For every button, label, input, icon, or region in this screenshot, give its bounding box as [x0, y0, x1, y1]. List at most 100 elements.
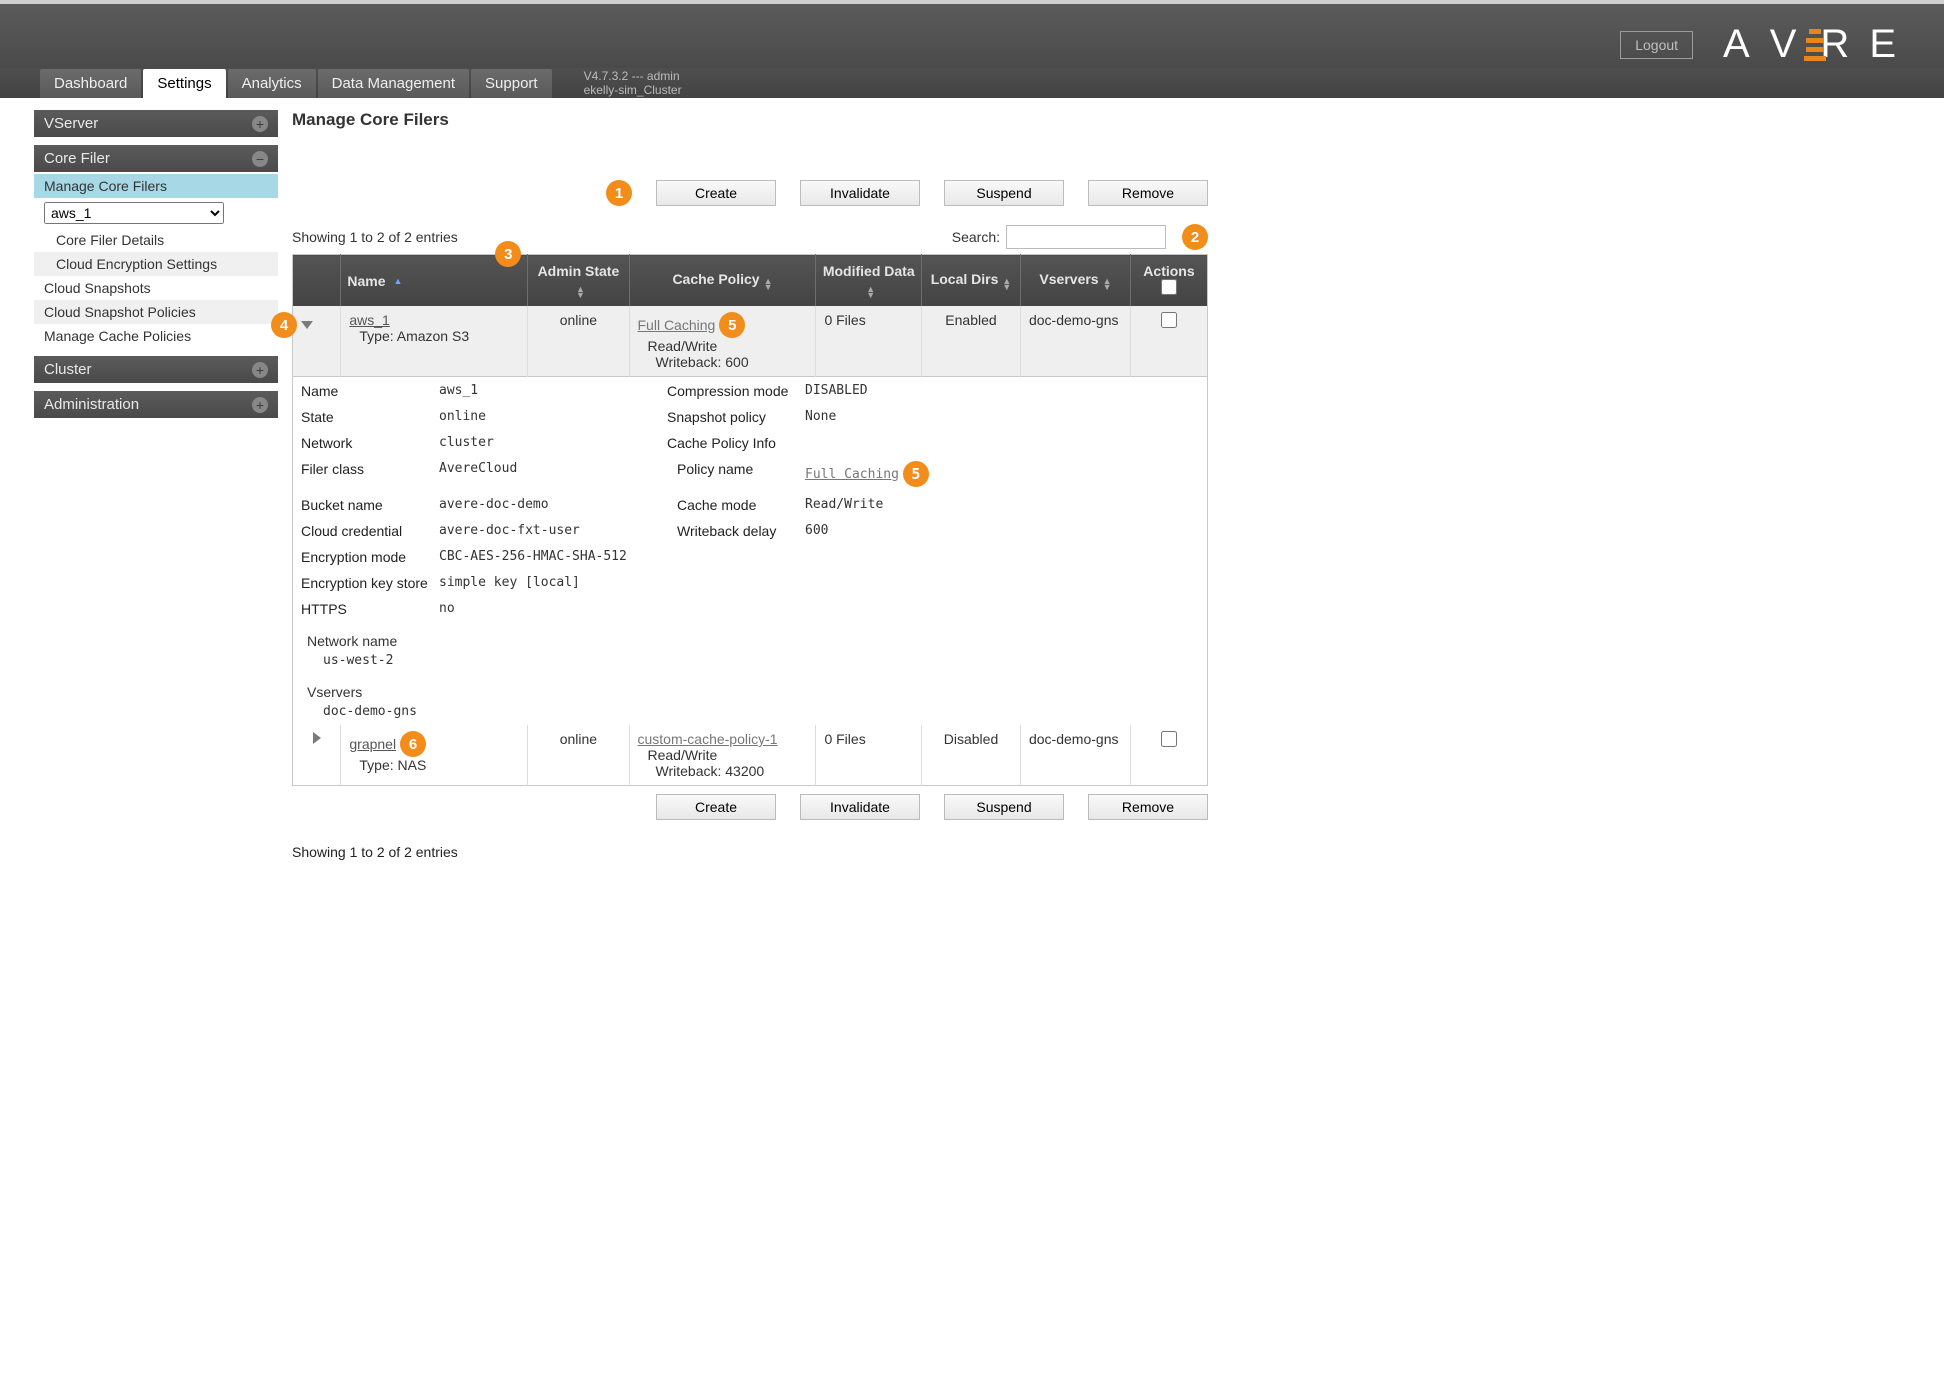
col-label: Actions [1137, 263, 1201, 279]
plus-icon: + [252, 116, 268, 132]
detail-value: online [439, 409, 659, 424]
filer-name-link[interactable]: aws_1 [349, 312, 389, 328]
content-panel: Manage Core Filers 1 Create Invalidate S… [278, 98, 1238, 880]
detail-value: Read/Write [805, 497, 965, 512]
filer-type-label: Type: NAS [349, 757, 426, 773]
detail-value: avere-doc-fxt-user [439, 523, 659, 538]
policy-name-link[interactable]: Full Caching [805, 467, 899, 482]
col-expand [293, 255, 341, 307]
col-modified-data[interactable]: Modified Data ▲▼ [816, 255, 922, 307]
sidebar-group-core-filer[interactable]: Core Filer − [34, 145, 278, 172]
row-checkbox[interactable] [1161, 731, 1177, 747]
sidebar-group-vserver[interactable]: VServer + [34, 110, 278, 137]
annotation-3: 3 [495, 241, 521, 267]
remove-button[interactable]: Remove [1088, 794, 1208, 820]
showing-entries-bottom: Showing 1 to 2 of 2 entries [292, 844, 1208, 860]
top-action-row: 1 Create Invalidate Suspend Remove [292, 180, 1208, 206]
sidebar-item-core-filer-details[interactable]: Core Filer Details [34, 228, 278, 252]
annotation-5: 5 [903, 461, 929, 487]
suspend-button[interactable]: Suspend [944, 794, 1064, 820]
create-button[interactable]: Create [656, 180, 776, 206]
annotation-2: 2 [1182, 224, 1208, 250]
remove-button[interactable]: Remove [1088, 180, 1208, 206]
col-local-dirs[interactable]: Local Dirs▲▼ [922, 255, 1021, 307]
expand-row-toggle[interactable] [313, 732, 321, 744]
tab-analytics[interactable]: Analytics [228, 69, 316, 98]
header-meta: V4.7.3.2 --- admin ekelly-sim_Cluster [584, 69, 682, 97]
logo-letter: A [1723, 22, 1768, 67]
detail-label: Encryption mode [301, 549, 431, 565]
detail-label: Encryption key store [301, 575, 431, 591]
sidebar-item-manage-cache-policies[interactable]: Manage Cache Policies [34, 324, 278, 348]
minus-icon: − [252, 151, 268, 167]
cache-writeback: Writeback: 43200 [638, 763, 765, 779]
detail-label: Writeback delay [667, 523, 797, 539]
filer-name-link[interactable]: grapnel [349, 736, 396, 752]
col-vservers[interactable]: Vservers▲▼ [1020, 255, 1130, 307]
col-label: Modified Data [823, 263, 915, 279]
tab-support[interactable]: Support [471, 69, 552, 98]
cache-rw: Read/Write [638, 747, 718, 763]
showing-entries-text: Showing 1 to 2 of 2 entries [292, 229, 458, 245]
cell-local-dirs: Disabled [922, 725, 1021, 786]
detail-value: CBC-AES-256-HMAC-SHA-512 [439, 549, 965, 564]
expand-row-toggle[interactable] [301, 321, 313, 329]
sidebar-group-cluster[interactable]: Cluster + [34, 356, 278, 383]
cache-policy-link[interactable]: Full Caching [638, 317, 716, 333]
detail-label: State [301, 409, 431, 425]
search-label: Search: [952, 229, 1000, 245]
sidebar-item-cloud-snapshots[interactable]: Cloud Snapshots [34, 276, 278, 300]
detail-value: us-west-2 [307, 653, 1199, 668]
sidebar-group-label: Core Filer [44, 150, 110, 167]
detail-value: doc-demo-gns [307, 704, 1199, 719]
sidebar-group-administration[interactable]: Administration + [34, 391, 278, 418]
sidebar-item-cloud-encryption[interactable]: Cloud Encryption Settings [34, 252, 278, 276]
detail-value: simple key [local] [439, 575, 659, 590]
annotation-1: 1 [606, 180, 632, 206]
sort-icon: ▲ [394, 278, 403, 284]
logo-letter: R [1820, 22, 1867, 67]
create-button[interactable]: Create [656, 794, 776, 820]
row-checkbox[interactable] [1161, 312, 1177, 328]
detail-label: Compression mode [667, 383, 797, 399]
detail-label: Cache mode [667, 497, 797, 513]
col-cache-policy[interactable]: Cache Policy▲▼ [629, 255, 816, 307]
cache-policy-link[interactable]: custom-cache-policy-1 [638, 731, 778, 747]
detail-value: aws_1 [439, 383, 659, 398]
tab-settings[interactable]: Settings [143, 69, 225, 98]
detail-value: None [805, 409, 965, 424]
sort-icon: ▲▼ [1002, 278, 1011, 290]
plus-icon: + [252, 362, 268, 378]
detail-label: Cloud credential [301, 523, 431, 539]
col-name[interactable]: Name 3 ▲ [341, 255, 528, 307]
search-input[interactable] [1006, 225, 1166, 249]
logo-letter: E [1869, 22, 1914, 67]
header-bar: Logout A V R E [0, 4, 1944, 68]
invalidate-button[interactable]: Invalidate [800, 794, 920, 820]
sidebar-core-filer-select[interactable]: aws_1 [44, 202, 224, 224]
detail-label: Bucket name [301, 497, 431, 513]
sidebar-group-label: VServer [44, 115, 98, 132]
annotation-4: 4 [271, 312, 297, 338]
detail-label: HTTPS [301, 601, 431, 617]
logout-button[interactable]: Logout [1620, 31, 1693, 59]
col-label: Local Dirs [931, 271, 999, 287]
col-label: Admin State [538, 263, 620, 279]
invalidate-button[interactable]: Invalidate [800, 180, 920, 206]
col-admin-state[interactable]: Admin State ▲▼ [528, 255, 629, 307]
sidebar-item-cloud-snapshot-policies[interactable]: Cloud Snapshot Policies [34, 300, 278, 324]
tab-dashboard[interactable]: Dashboard [40, 69, 141, 98]
sort-icon: ▲▼ [576, 286, 585, 298]
suspend-button[interactable]: Suspend [944, 180, 1064, 206]
detail-value: AvereCloud [439, 461, 659, 476]
select-all-checkbox[interactable] [1161, 279, 1177, 295]
sidebar-core-filer-select-wrap: aws_1 [34, 200, 278, 226]
col-name-label: Name [347, 273, 385, 289]
detail-label: Name [301, 383, 431, 399]
tab-data-management[interactable]: Data Management [318, 69, 469, 98]
cache-rw: Read/Write [638, 338, 718, 354]
sort-icon: ▲▼ [1103, 278, 1112, 290]
sidebar-item-manage-core-filers[interactable]: Manage Core Filers [34, 174, 278, 198]
annotation-6: 6 [400, 731, 426, 757]
sort-icon: ▲▼ [866, 286, 875, 298]
